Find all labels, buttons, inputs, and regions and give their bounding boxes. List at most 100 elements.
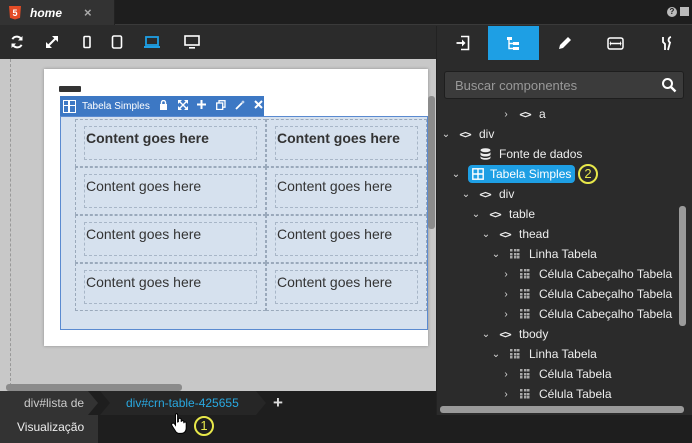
add-breadcrumb-icon[interactable]: + xyxy=(273,393,283,413)
view-tab[interactable]: Visualização xyxy=(0,415,98,443)
table-header-cell[interactable]: Content goes here xyxy=(75,119,266,167)
tab-title: home xyxy=(30,5,63,20)
cell-content[interactable]: Content goes here xyxy=(275,222,418,256)
tree-node-label: div xyxy=(479,127,495,141)
tree-node[interactable]: ⌄ Linha Tabela xyxy=(491,344,597,364)
tree-node[interactable]: ⌄ <> div xyxy=(461,184,515,204)
tree-node-label: table xyxy=(509,207,536,221)
tag-icon: <> xyxy=(479,187,491,201)
file-tab-home[interactable]: 5 home × xyxy=(0,0,115,25)
collapse-arrow-icon[interactable]: ⌄ xyxy=(491,349,501,360)
component-tree: › <> a ⌄ <> div Fonte de dados ⌄ Tabela … xyxy=(437,104,692,404)
simple-table-component[interactable]: Content goes here Content goes here Cont… xyxy=(60,116,428,330)
tab-resize[interactable] xyxy=(590,26,641,60)
database-icon xyxy=(478,148,492,160)
search-input[interactable] xyxy=(455,72,655,98)
help-icon[interactable]: ? xyxy=(667,7,677,17)
tree-node[interactable]: › Célula Tabela xyxy=(501,384,611,404)
selected-node-pill[interactable]: Tabela Simples xyxy=(468,165,576,183)
refresh-icon[interactable] xyxy=(9,34,25,50)
canvas-toolbar xyxy=(0,26,436,59)
import-icon xyxy=(456,35,469,51)
tree-node[interactable]: ⌄ <> table xyxy=(471,204,535,224)
header-cell-content[interactable]: Content goes here xyxy=(84,126,257,160)
grid-icon xyxy=(518,309,532,319)
tab-tools[interactable] xyxy=(641,26,692,60)
tab-close-icon[interactable]: × xyxy=(84,5,92,20)
tree-node[interactable]: ⌄ <> div xyxy=(441,124,495,144)
tools-icon xyxy=(661,35,671,50)
panel-tabs xyxy=(437,26,692,60)
desktop-view-icon[interactable] xyxy=(184,34,200,50)
lock-icon[interactable] xyxy=(159,99,169,113)
tree-node-label: Célula Cabeçalho Tabela xyxy=(539,267,673,281)
expand-arrow-icon[interactable]: › xyxy=(501,389,511,400)
tree-node-label: Célula Tabela xyxy=(539,367,612,381)
tag-icon: <> xyxy=(459,127,471,141)
cell-content[interactable]: Content goes here xyxy=(84,222,257,256)
tree-node[interactable]: › Célula Cabeçalho Tabela xyxy=(501,264,672,284)
tree-node[interactable]: › Célula Cabeçalho Tabela xyxy=(501,304,672,324)
magic-wand-icon[interactable] xyxy=(235,99,245,113)
cell-content[interactable]: Content goes here xyxy=(84,174,257,208)
move-icon[interactable] xyxy=(177,99,188,113)
tree-node[interactable]: › Célula Cabeçalho Tabela xyxy=(501,284,672,304)
collapse-arrow-icon[interactable]: ⌄ xyxy=(481,329,491,340)
tab-tree[interactable] xyxy=(488,26,539,60)
collapse-arrow-icon[interactable]: ⌄ xyxy=(441,129,451,140)
tree-node[interactable]: ⌄ <> thead xyxy=(481,224,549,244)
table-cell[interactable]: Content goes here xyxy=(75,215,266,263)
expand-arrow-icon[interactable]: › xyxy=(501,369,511,380)
expand-arrow-icon[interactable]: › xyxy=(501,109,511,120)
cell-content[interactable]: Content goes here xyxy=(275,270,418,304)
table-cell[interactable]: Content goes here xyxy=(75,167,266,215)
tree-node[interactable]: › Célula Tabela xyxy=(501,364,612,384)
close-icon[interactable] xyxy=(254,100,264,112)
pencil-icon xyxy=(559,36,571,49)
collapse-arrow-icon[interactable]: ⌄ xyxy=(481,229,491,240)
tab-import[interactable] xyxy=(437,26,488,60)
tree-node[interactable]: ⌄ <> tbody xyxy=(481,324,549,344)
header-cell-content[interactable]: Content goes here xyxy=(275,126,418,160)
canvas-vertical-scrollbar[interactable] xyxy=(428,96,435,229)
collapse-arrow-icon[interactable]: ⌄ xyxy=(491,249,501,260)
table-cell[interactable]: Content goes here xyxy=(266,167,427,215)
laptop-view-icon[interactable] xyxy=(144,34,160,50)
canvas-guide-line xyxy=(10,59,11,391)
tree-node-label: Fonte de dados xyxy=(499,147,583,161)
tree-structure-icon xyxy=(507,36,519,50)
tree-vertical-scrollbar[interactable] xyxy=(679,206,686,326)
collapse-arrow-icon[interactable]: ⌄ xyxy=(461,189,471,200)
expand-arrow-icon[interactable]: › xyxy=(501,269,511,280)
cell-content[interactable]: Content goes here xyxy=(84,270,257,304)
tree-node-selected[interactable]: ⌄ Tabela Simples xyxy=(451,164,576,184)
page-marker xyxy=(59,86,81,92)
tree-node-label: a xyxy=(539,107,546,121)
collapse-arrow-icon[interactable]: ⌄ xyxy=(471,209,481,220)
table-cell[interactable]: Content goes here xyxy=(266,215,427,263)
table-icon xyxy=(471,168,485,180)
tablet-view-icon[interactable] xyxy=(109,34,125,50)
file-tab-bar: 5 home × ? xyxy=(0,0,692,25)
cell-content[interactable]: Content goes here xyxy=(275,174,418,208)
tree-horizontal-scrollbar[interactable] xyxy=(440,406,684,413)
table-cell[interactable]: Content goes here xyxy=(266,263,427,311)
add-icon[interactable] xyxy=(197,100,207,112)
tree-node[interactable]: › <> a xyxy=(501,104,546,124)
copy-icon[interactable] xyxy=(215,99,226,113)
table-cell[interactable]: Content goes here xyxy=(75,263,266,311)
tag-icon: <> xyxy=(489,207,501,221)
expand-arrow-icon[interactable]: › xyxy=(501,289,511,300)
expand-arrow-icon[interactable]: › xyxy=(501,309,511,320)
fullscreen-icon[interactable] xyxy=(44,34,60,50)
window-icon[interactable] xyxy=(680,7,689,16)
collapse-arrow-icon[interactable]: ⌄ xyxy=(451,169,461,180)
breadcrumb-item[interactable]: div#lista de xyxy=(0,391,98,415)
tree-node[interactable]: Fonte de dados xyxy=(461,144,582,164)
tree-node[interactable]: ⌄ Linha Tabela xyxy=(491,244,597,264)
phone-view-icon[interactable] xyxy=(79,34,95,50)
canvas-horizontal-scrollbar[interactable] xyxy=(6,384,182,391)
tab-edit[interactable] xyxy=(539,26,590,60)
table-header-cell[interactable]: Content goes here xyxy=(266,119,427,167)
search-icon[interactable] xyxy=(661,77,677,93)
